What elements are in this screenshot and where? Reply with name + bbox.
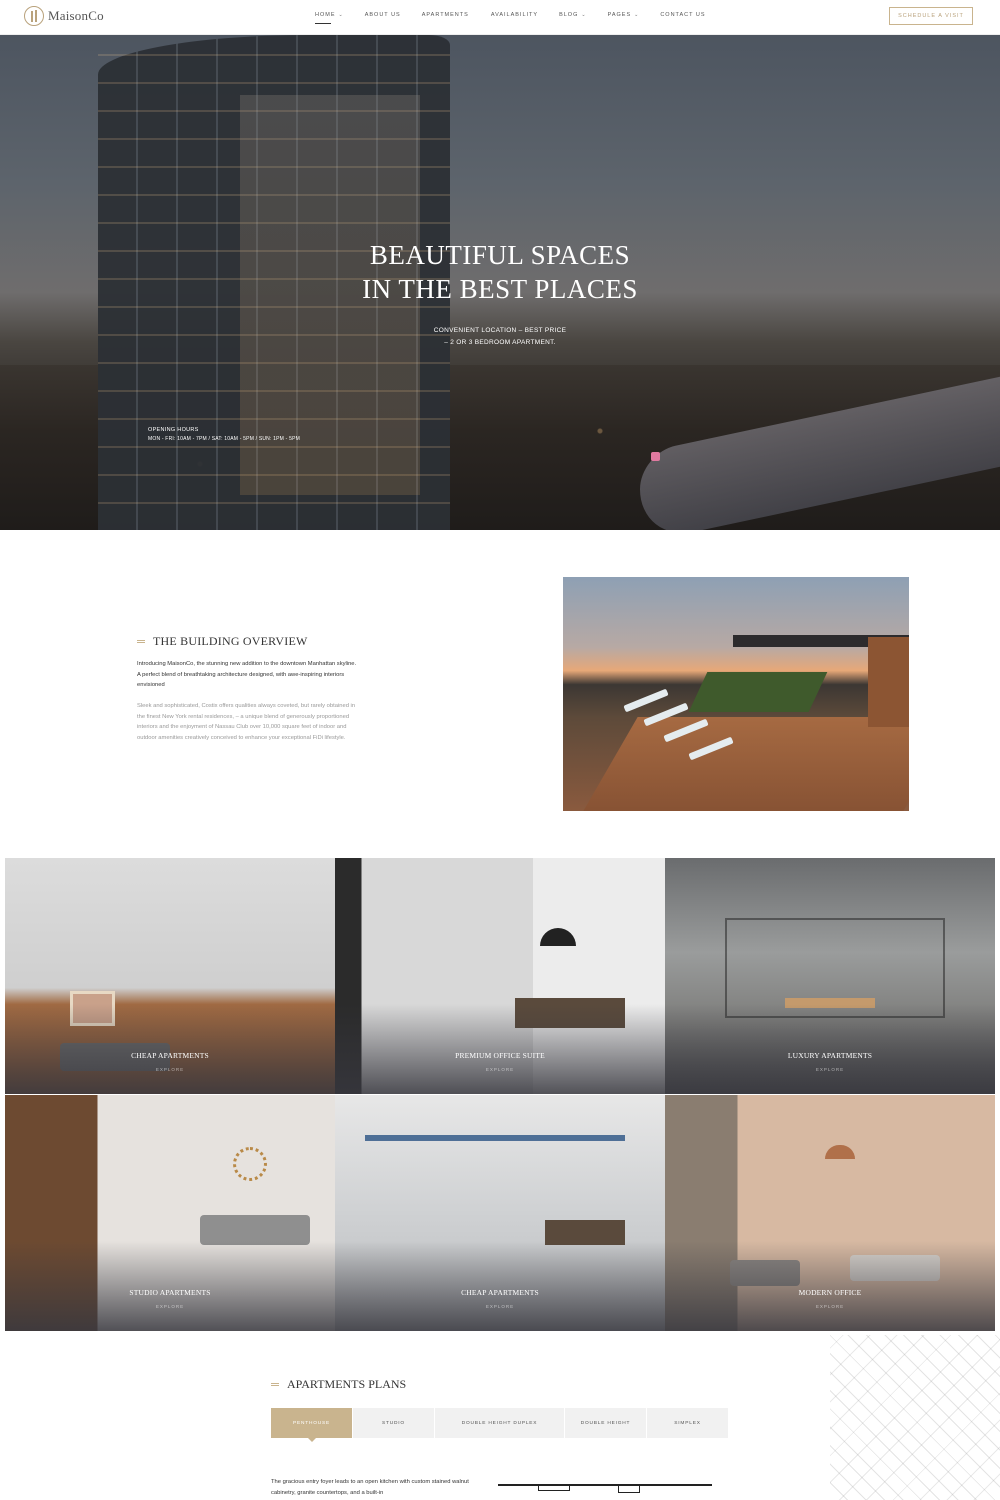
nav-label: CONTACT US — [660, 12, 706, 18]
tile-title: MODERN OFFICE — [798, 1288, 862, 1297]
plans-heading: APARTMENTS PLANS — [271, 1377, 406, 1392]
tile-title: LUXURY APARTMENTS — [787, 1051, 873, 1060]
hero-title-line1: BEAUTIFUL SPACES — [369, 240, 631, 270]
double-dash-icon — [271, 1383, 279, 1386]
hero-banner: BEAUTIFUL SPACES IN THE BEST PLACES CONV… — [0, 35, 1000, 530]
tile-title: CHEAP APARTMENTS — [131, 1051, 209, 1060]
rooftop-terrace-image — [563, 577, 909, 811]
chevron-down-icon: ⌄ — [634, 12, 640, 18]
hero-subtitle: CONVENIENT LOCATION – BEST PRICE – 2 OR … — [0, 325, 1000, 349]
nav-label: HOME — [315, 12, 336, 18]
overview-heading: THE BUILDING OVERVIEW — [137, 634, 308, 649]
overview-description: Sleek and sophisticated, Costix offers q… — [137, 703, 356, 741]
tile-premium-office-suite[interactable]: PREMIUM OFFICE SUITE EXPLORE — [335, 858, 665, 1094]
tile-shade — [5, 1241, 335, 1331]
map-pin-icon[interactable] — [651, 452, 660, 461]
opening-hours-value: MON - FRI: 10AM - 7PM / SAT: 10AM - 5PM … — [148, 436, 300, 442]
schedule-visit-button[interactable]: SCHEDULE A VISIT — [889, 7, 973, 25]
tab-studio[interactable]: STUDIO — [353, 1408, 435, 1438]
tab-simplex[interactable]: SIMPLEX — [647, 1408, 729, 1438]
chevron-down-icon: ⌄ — [338, 12, 344, 18]
nav-label: PAGES — [607, 12, 632, 18]
plans-title: APARTMENTS PLANS — [287, 1377, 407, 1391]
sunburst-mirror — [233, 1147, 267, 1181]
nav-label: AVAILABILITY — [490, 12, 539, 18]
hero-subtitle-line2: – 2 OR 3 BEDROOM APARTMENT. — [444, 339, 556, 346]
tab-penthouse[interactable]: PENTHOUSE — [271, 1408, 353, 1442]
opening-hours: OPENING HOURS MON - FRI: 10AM - 7PM / SA… — [148, 427, 300, 442]
nav-label: BLOG — [559, 12, 579, 18]
nav-item-home[interactable]: HOME ⌄ — [315, 12, 344, 24]
opening-hours-label: OPENING HOURS — [148, 427, 199, 433]
main-nav: HOME ⌄ ABOUT US APARTMENTS AVAILABILITY B… — [315, 12, 706, 24]
plan-tabs: PENTHOUSE STUDIO DOUBLE HEIGHT DUPLEX DO… — [271, 1408, 729, 1442]
nav-item-availability[interactable]: AVAILABILITY — [491, 12, 538, 18]
overview-intro: Introducing MaisonCo, the stunning new a… — [137, 661, 357, 688]
tile-shade — [5, 1004, 335, 1094]
blueprint-decoration — [830, 1335, 1000, 1500]
tile-shade — [665, 1004, 995, 1094]
hero-title: BEAUTIFUL SPACES IN THE BEST PLACES — [0, 238, 1000, 306]
nav-item-about[interactable]: ABOUT US — [365, 12, 401, 18]
tile-explore-link[interactable]: EXPLORE — [335, 1304, 665, 1309]
tile-title: STUDIO APARTMENTS — [129, 1288, 211, 1297]
tile-cheap-apartments-2[interactable]: CHEAP APARTMENTS EXPLORE — [335, 1095, 665, 1331]
logo-mark-icon — [24, 6, 44, 26]
logo-text: MaisonCo — [48, 8, 104, 23]
tab-double-height[interactable]: DOUBLE HEIGHT — [565, 1408, 647, 1438]
chevron-down-icon: ⌄ — [581, 12, 587, 18]
nav-item-apartments[interactable]: APARTMENTS — [422, 12, 469, 18]
tile-explore-link[interactable]: EXPLORE — [5, 1304, 335, 1309]
floor-plan-drawing — [498, 1484, 712, 1500]
tile-cheap-apartments[interactable]: CHEAP APARTMENTS EXPLORE — [5, 858, 335, 1094]
wood-wall — [868, 637, 909, 727]
tile-explore-link[interactable]: EXPLORE — [335, 1067, 665, 1072]
nav-label: ABOUT US — [364, 12, 401, 18]
site-header: MaisonCo HOME ⌄ ABOUT US APARTMENTS AVAIL… — [0, 0, 1000, 35]
deck — [568, 717, 909, 811]
lawn — [688, 672, 828, 712]
hero-subtitle-line1: CONVENIENT LOCATION – BEST PRICE — [433, 327, 567, 334]
double-dash-icon — [137, 640, 145, 643]
nav-label: APARTMENTS — [421, 12, 469, 18]
logo[interactable]: MaisonCo — [24, 6, 104, 26]
overview-title: THE BUILDING OVERVIEW — [153, 634, 308, 648]
tile-title: PREMIUM OFFICE SUITE — [455, 1051, 545, 1060]
nav-item-pages[interactable]: PAGES ⌄ — [608, 12, 640, 18]
hero-title-line2: IN THE BEST PLACES — [362, 274, 638, 304]
tile-explore-link[interactable]: EXPLORE — [665, 1067, 995, 1072]
tile-shade — [335, 1004, 665, 1094]
tile-studio-apartments[interactable]: STUDIO APARTMENTS EXPLORE — [5, 1095, 335, 1331]
tile-explore-link[interactable]: EXPLORE — [5, 1067, 335, 1072]
nav-item-contact[interactable]: CONTACT US — [660, 12, 705, 18]
tile-shade — [665, 1241, 995, 1331]
ceiling-duct — [365, 1135, 625, 1141]
tile-title: CHEAP APARTMENTS — [461, 1288, 539, 1297]
nav-item-blog[interactable]: BLOG ⌄ — [559, 12, 587, 18]
plan-description: The gracious entry foyer leads to an ope… — [271, 1479, 469, 1496]
lounger — [623, 688, 669, 713]
tile-shade — [335, 1241, 665, 1331]
tile-explore-link[interactable]: EXPLORE — [665, 1304, 995, 1309]
tile-luxury-apartments[interactable]: LUXURY APARTMENTS EXPLORE — [665, 858, 995, 1094]
tab-double-height-duplex[interactable]: DOUBLE HEIGHT DUPLEX — [435, 1408, 565, 1438]
tile-modern-office[interactable]: MODERN OFFICE EXPLORE — [665, 1095, 995, 1331]
